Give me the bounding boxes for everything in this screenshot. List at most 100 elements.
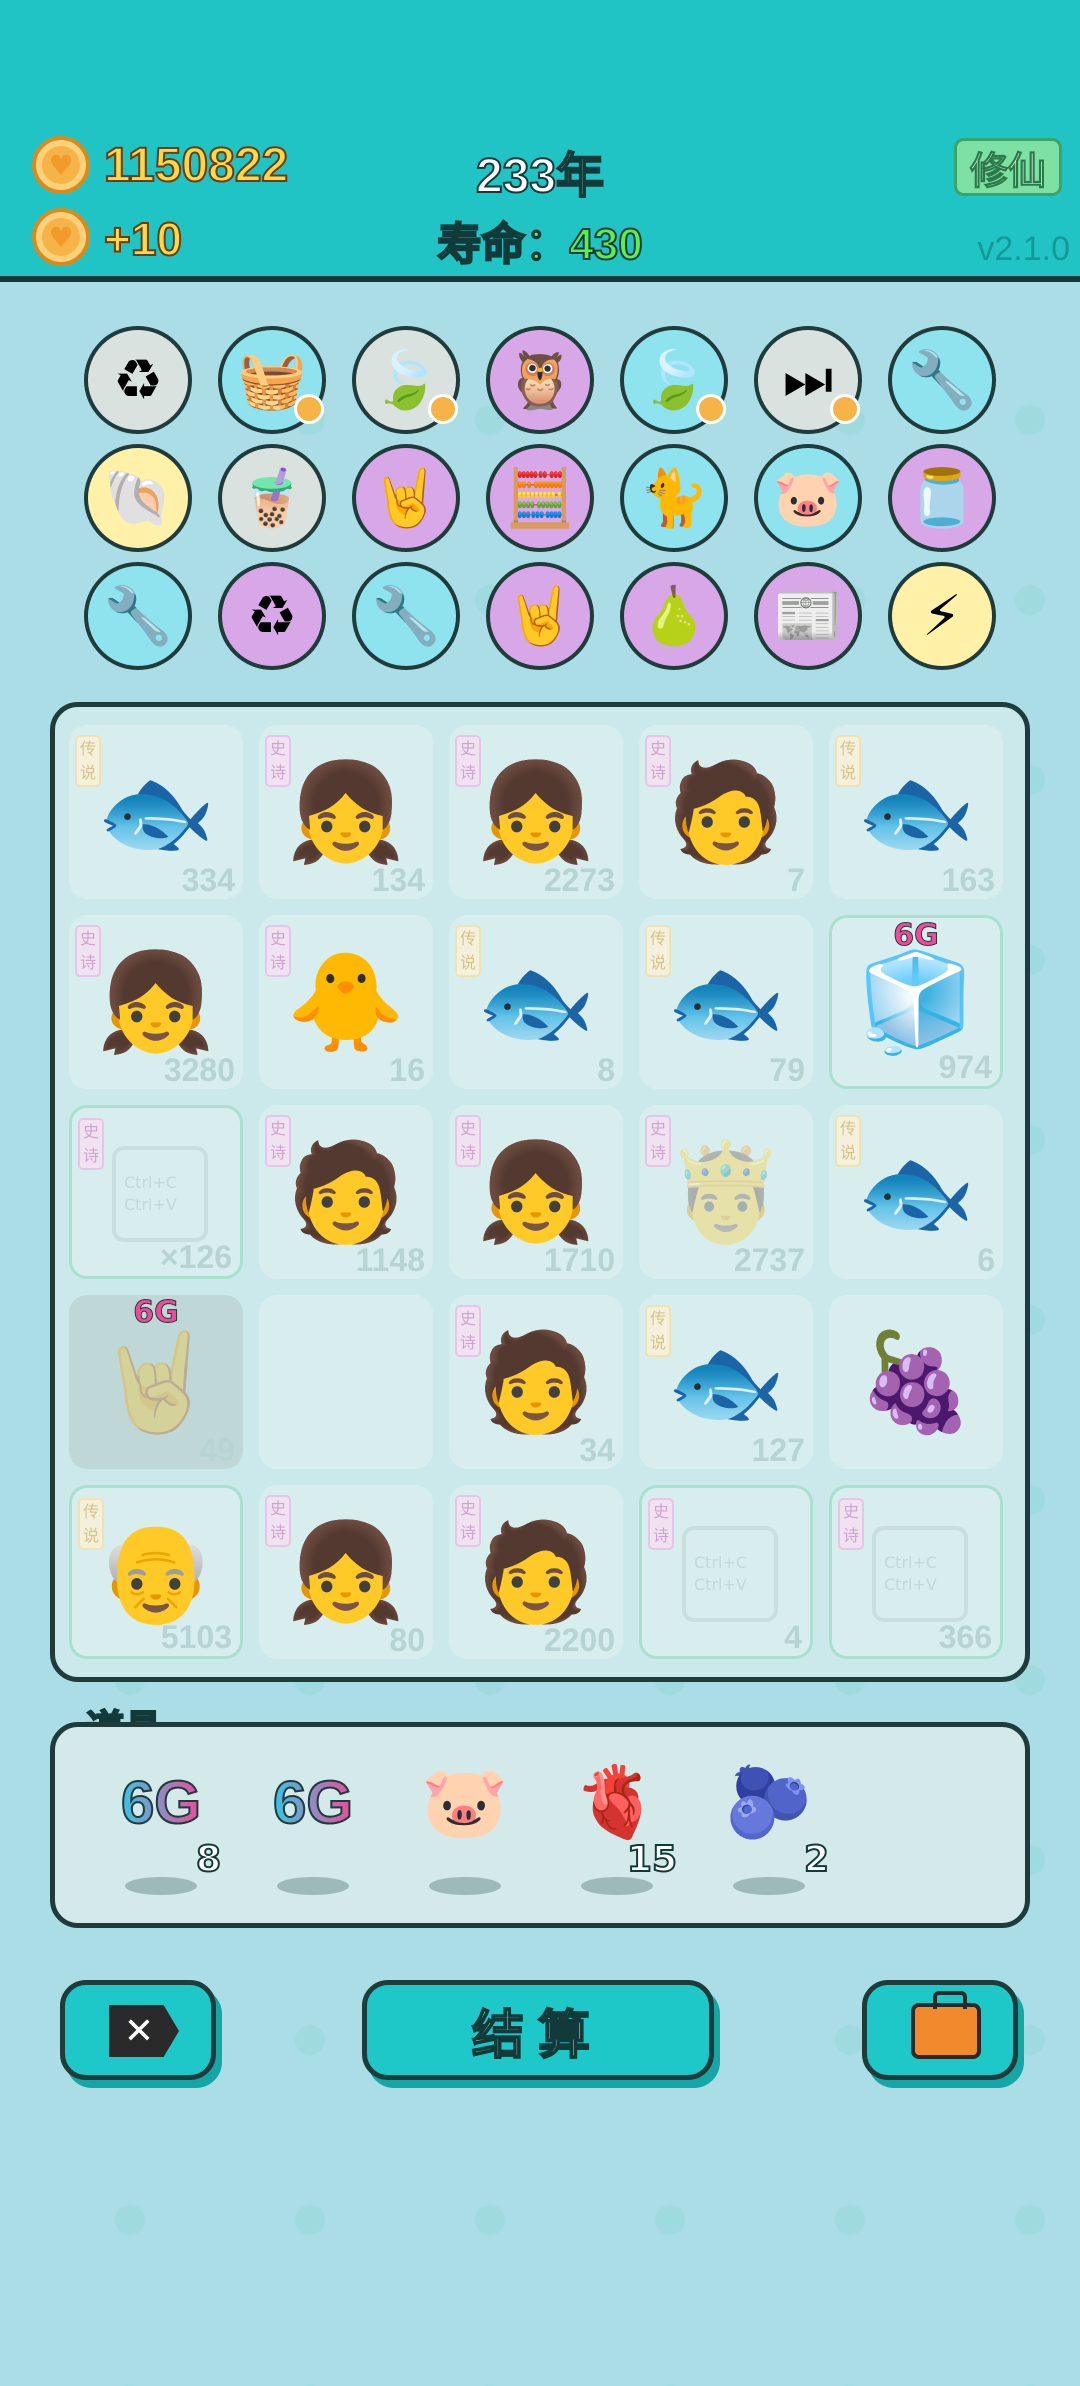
copy-paste-icon: Ctrl+C Ctrl+V — [682, 1526, 778, 1622]
piece-label: 6G — [133, 1295, 180, 1331]
piece-count: 2200 — [543, 1622, 615, 1658]
coin-badge-icon — [830, 394, 860, 424]
board-cell[interactable]: 传说 🐟 6 — [829, 1105, 1003, 1279]
top-status-bar: 1150822 +10 233年 寿命：430 修仙 v2.1.0 — [0, 0, 1080, 282]
coin-badge-icon — [294, 394, 324, 424]
piece-count: 6 — [977, 1242, 995, 1278]
fruit-basket-icon[interactable]: 🧺 — [218, 326, 326, 434]
board-cell[interactable]: 传说 🐟 127 — [639, 1295, 813, 1469]
piece-count: 127 — [751, 1432, 805, 1468]
cat-icon[interactable]: 🐈 — [620, 444, 728, 552]
refresh-icon[interactable]: ♻ — [84, 326, 192, 434]
board-cell[interactable]: 史诗 👧 1710 — [449, 1105, 623, 1279]
lightning-icon[interactable]: ⚡ — [888, 562, 996, 670]
piggy-bank-icon[interactable]: 🐷 — [754, 444, 862, 552]
piece-count: 4 — [784, 1619, 802, 1655]
skip-icon[interactable]: ⏭ — [754, 326, 862, 434]
lifespan-counter: 寿命：430 — [436, 219, 643, 270]
board-cell[interactable]: 史诗 Ctrl+C Ctrl+V 4 — [639, 1485, 813, 1659]
piece-count: 79 — [769, 1052, 805, 1088]
backpack-button[interactable] — [862, 1980, 1018, 2080]
cultivate-button[interactable]: 修仙 — [954, 138, 1062, 196]
pomelo-icon[interactable]: 🍐 — [620, 562, 728, 670]
piece-count: 134 — [371, 862, 425, 898]
board-cell[interactable] — [259, 1295, 433, 1469]
math-head-icon[interactable]: 🧮 — [486, 444, 594, 552]
board-cell[interactable]: 史诗 🐥 16 — [259, 915, 433, 1089]
piece-count: 1148 — [355, 1242, 425, 1278]
6g-icon: 6G — [120, 1768, 202, 1837]
item-shadow — [277, 1877, 349, 1895]
board-cell[interactable]: 史诗 🧑 34 — [449, 1295, 623, 1469]
board-cell[interactable]: 史诗 🧑 7 — [639, 725, 813, 899]
item-shadow — [733, 1877, 805, 1895]
recycle-icon[interactable]: ♻ — [218, 562, 326, 670]
piece-count: 80 — [389, 1622, 425, 1658]
piece-icon: 🍇 — [856, 1325, 976, 1438]
item-shadow — [429, 1877, 501, 1895]
leaf-icon[interactable]: 🍃 — [352, 326, 460, 434]
item-icon: 🫐 — [725, 1760, 813, 1843]
copy-paste-icon: Ctrl+C Ctrl+V — [872, 1526, 968, 1622]
year-counter: 233年 — [475, 149, 605, 204]
copy-paste-icon: Ctrl+C Ctrl+V — [112, 1146, 208, 1242]
item-slot[interactable]: 🫀 15 — [557, 1747, 678, 1907]
6g-icon: 6G — [272, 1768, 354, 1837]
piece-count: 7 — [787, 862, 805, 898]
bubble-tea-icon[interactable]: 🧋 — [218, 444, 326, 552]
leaf-icon[interactable]: 🍃 — [620, 326, 728, 434]
piece-count: 366 — [938, 1619, 992, 1655]
piece-count: 3280 — [163, 1052, 235, 1088]
board-cell[interactable]: 史诗 🧑 2200 — [449, 1485, 623, 1659]
piece-count: 163 — [941, 862, 995, 898]
piece-label: 6G — [893, 918, 940, 954]
item-count: 8 — [195, 1838, 222, 1881]
close-button[interactable]: ✕ — [60, 1980, 216, 2080]
piece-count: 49 — [199, 1432, 235, 1468]
shell-icon[interactable]: 🐚 — [84, 444, 192, 552]
board-cell[interactable]: 史诗 👧 3280 — [69, 915, 243, 1089]
board-cell[interactable]: 🍇 — [829, 1295, 1003, 1469]
piece-count: 16 — [389, 1052, 425, 1088]
item-slot[interactable]: 🐷 — [405, 1747, 525, 1907]
piece-count: 334 — [181, 862, 235, 898]
board-cell[interactable]: 史诗 🧑 1148 — [259, 1105, 433, 1279]
settle-button[interactable]: 结算 — [362, 1980, 714, 2080]
coin-badge-icon — [696, 394, 726, 424]
board-cell[interactable]: 史诗 🤴 2737 — [639, 1105, 813, 1279]
items-panel: 6G 8 6G 🐷 🫀 15 🫐 2 — [50, 1722, 1030, 1928]
rock-hand-icon[interactable]: 🤘 — [352, 444, 460, 552]
board-cell[interactable]: 传说 🐟 163 — [829, 725, 1003, 899]
time-magazine-icon[interactable]: 📰 — [754, 562, 862, 670]
board-cell[interactable]: 史诗 Ctrl+C Ctrl+V ×126 — [69, 1105, 243, 1279]
coin-icon — [32, 208, 90, 266]
board-cell[interactable]: 史诗 👧 80 — [259, 1485, 433, 1659]
board-cell[interactable]: 传说 🐟 334 — [69, 725, 243, 899]
board-cell[interactable]: 🧊 6G 974 — [829, 915, 1003, 1089]
coin-rate: +10 — [103, 212, 183, 266]
owl-icon[interactable]: 🦉 — [486, 326, 594, 434]
pump-icon[interactable]: 🔧 — [352, 562, 460, 670]
board-cell[interactable]: 史诗 Ctrl+C Ctrl+V 366 — [829, 1485, 1003, 1659]
rock-hand-icon[interactable]: 🤘 — [486, 562, 594, 670]
pump-icon[interactable]: 🔧 — [888, 326, 996, 434]
coin-balance: 1150822 — [103, 138, 289, 193]
item-slot[interactable]: 6G — [253, 1747, 373, 1907]
board-cell[interactable]: 🤘 6G 49 — [69, 1295, 243, 1469]
merge-board: 传说 🐟 334 史诗 👧 134 史诗 👧 2273 史诗 🧑 7 传说 🐟 163 史诗 👧 3280 史诗 🐥 1… — [50, 702, 1030, 1682]
board-cell[interactable]: 史诗 👧 2273 — [449, 725, 623, 899]
rarity-tag: 史诗 — [838, 1498, 864, 1550]
piece-count: 2273 — [543, 862, 615, 898]
item-slot[interactable]: 6G 8 — [101, 1747, 222, 1907]
board-cell[interactable]: 史诗 👧 134 — [259, 725, 433, 899]
board-cell[interactable]: 传说 🐟 8 — [449, 915, 623, 1089]
board-cell[interactable]: 传说 👴 5103 — [69, 1485, 243, 1659]
pump-icon[interactable]: 🔧 — [84, 562, 192, 670]
item-slot[interactable]: 🫐 2 — [709, 1747, 830, 1907]
coin-icon — [32, 136, 90, 194]
rarity-tag: 史诗 — [648, 1498, 674, 1550]
piece-count: 1710 — [543, 1242, 615, 1278]
piece-count: 8 — [597, 1052, 615, 1088]
jar-icon[interactable]: 🫙 — [888, 444, 996, 552]
board-cell[interactable]: 传说 🐟 79 — [639, 915, 813, 1089]
